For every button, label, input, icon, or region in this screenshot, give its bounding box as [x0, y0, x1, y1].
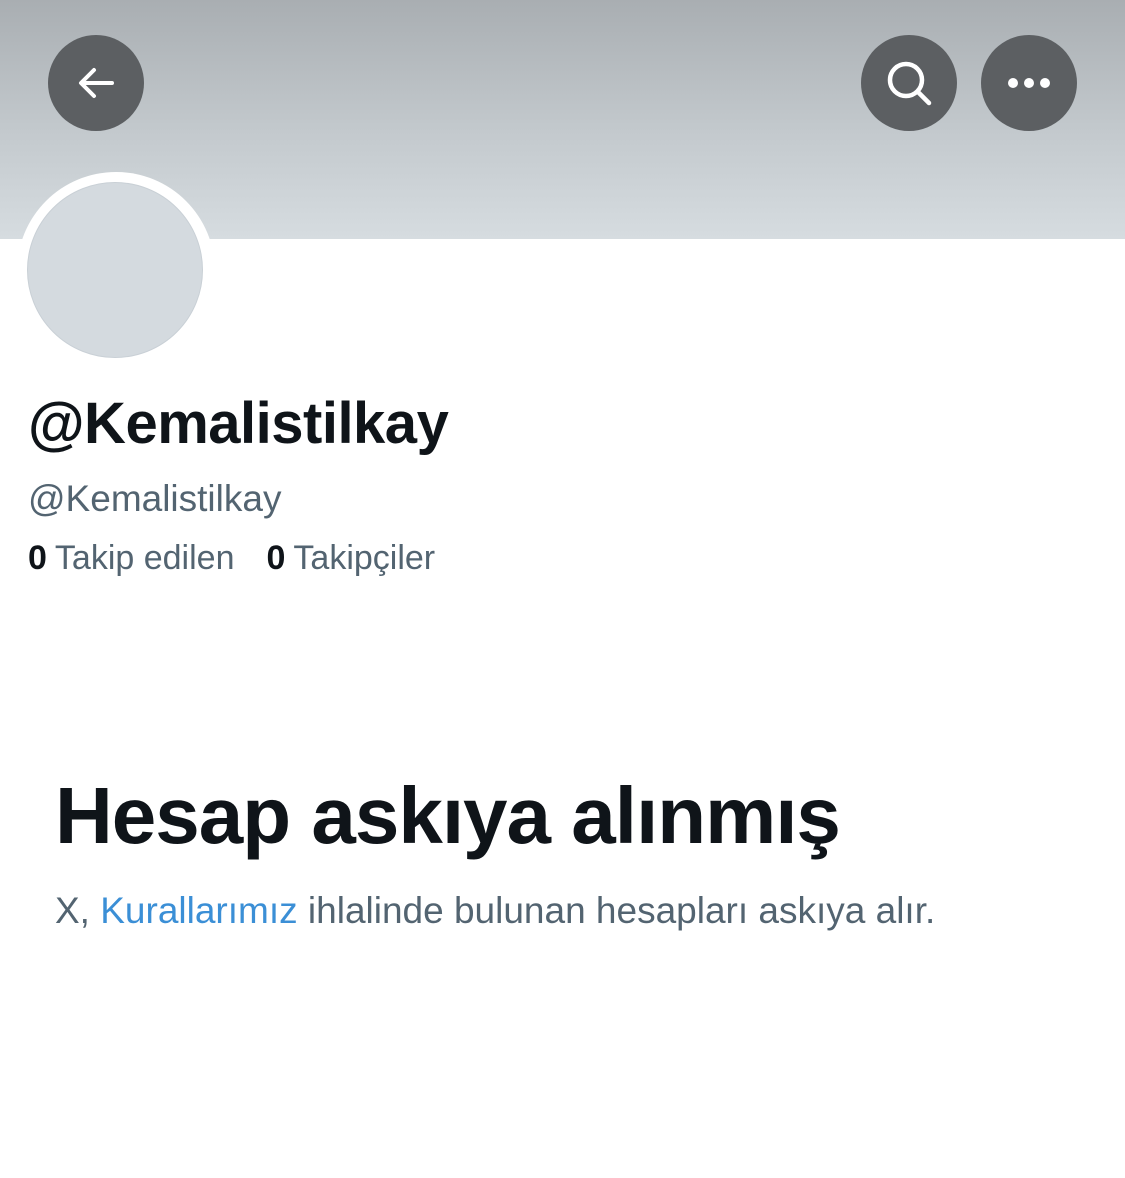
more-horizontal-icon — [1008, 78, 1050, 88]
followers-label: Takipçiler — [293, 539, 436, 577]
desc-suffix: ihlalinde bulunan hesapları askıya alır. — [297, 890, 936, 931]
desc-prefix: X, — [55, 890, 101, 931]
profile-page: @Kemalistilkay @Kemalistilkay 0 Takip edi… — [0, 0, 1125, 1178]
arrow-left-icon — [79, 68, 114, 98]
following-stat[interactable]: 0 Takip edilen — [28, 539, 234, 578]
follow-stats: 0 Takip edilen 0 Takipçiler — [28, 539, 435, 578]
search-icon — [887, 61, 932, 106]
following-count: 0 — [28, 539, 47, 577]
more-options-button[interactable] — [981, 35, 1077, 131]
back-button[interactable] — [48, 35, 144, 131]
avatar[interactable] — [27, 182, 203, 358]
display-name: @Kemalistilkay — [28, 391, 449, 456]
suspended-title: Hesap askıya alınmış — [55, 771, 841, 860]
following-label: Takip edilen — [54, 539, 235, 577]
user-handle: @Kemalistilkay — [28, 478, 282, 519]
search-button[interactable] — [861, 35, 957, 131]
followers-count: 0 — [266, 539, 286, 577]
followers-stat[interactable]: 0 Takipçiler — [266, 539, 435, 578]
rules-link[interactable]: Kurallarımız — [100, 890, 297, 931]
suspended-description: X, Kurallarımız ihlalinde bulunan hesapl… — [55, 890, 935, 932]
